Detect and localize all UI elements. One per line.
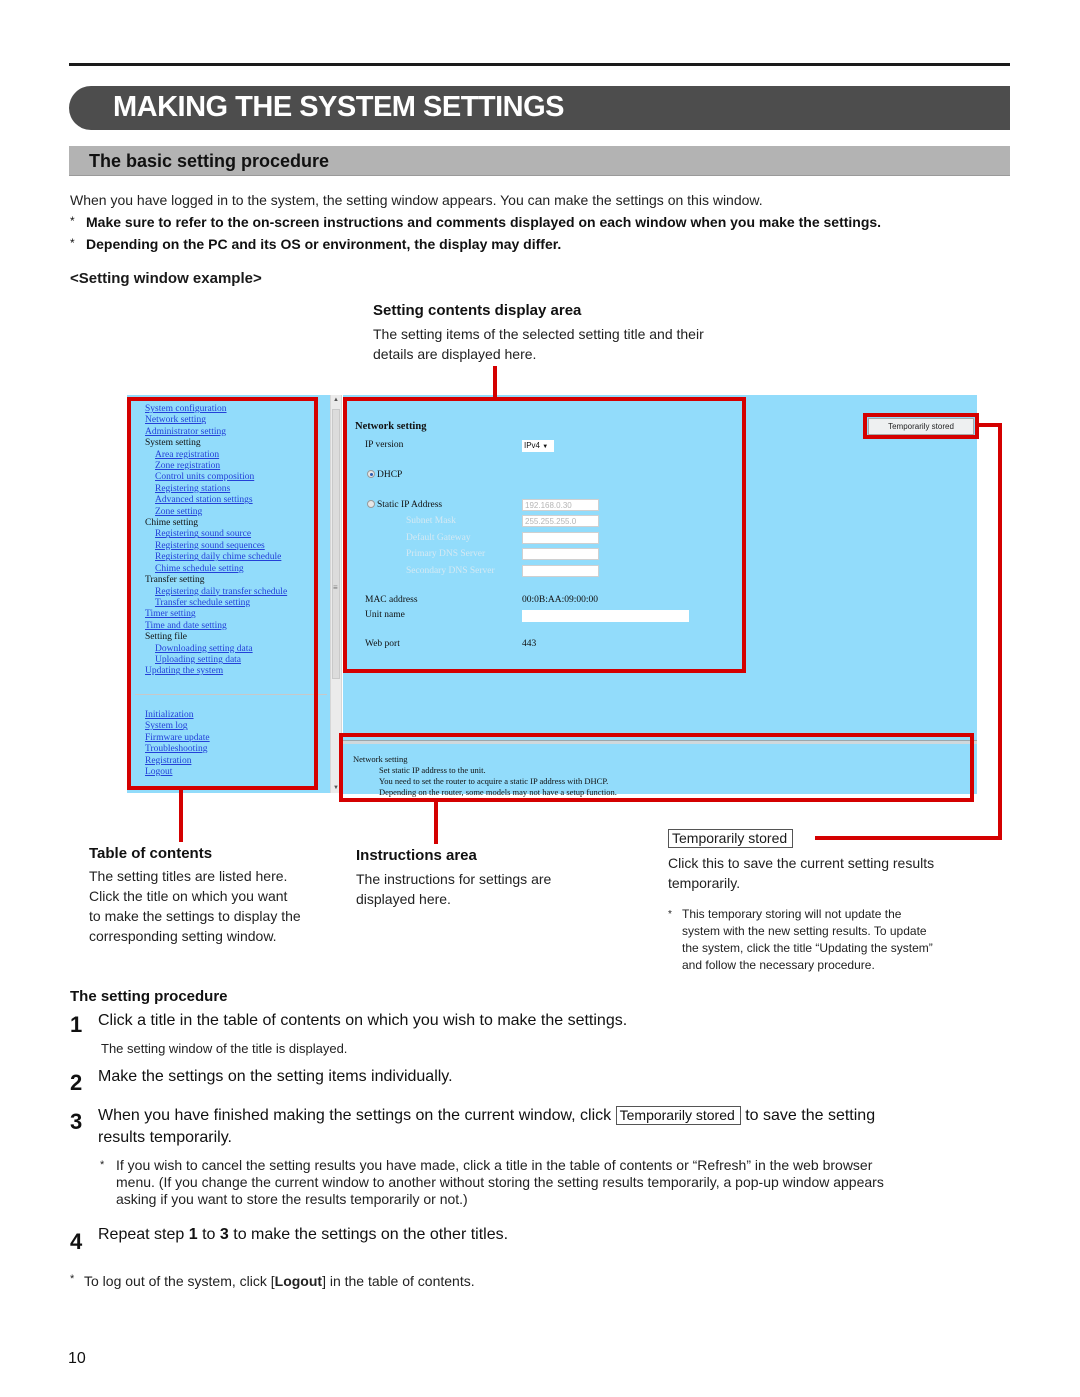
step-2-number: 2: [70, 1070, 83, 1095]
temp-button-highlight-box: [863, 413, 979, 439]
toc-callout-text: The setting titles are listed here. Clic…: [89, 868, 301, 944]
step-3-text: When you have finished making the settin…: [98, 1106, 876, 1125]
instructions-callout-text: The instructions for settings are displa…: [356, 871, 552, 907]
toc-leader-line: [179, 789, 183, 842]
step-2-text: Make the settings on the setting items i…: [98, 1068, 453, 1085]
note-2: * Depending on the PC and its OS or envir…: [70, 236, 562, 252]
procedure-heading: The setting procedure: [70, 988, 228, 1005]
temp-leader-h2: [815, 836, 1002, 840]
contents-leader-line: [493, 366, 497, 398]
step-1-sub: The setting window of the title is displ…: [101, 1041, 348, 1056]
step-1-number: 1: [70, 1012, 83, 1037]
scroll-up-arrow-icon[interactable]: ▲: [333, 397, 339, 403]
scroll-thumb[interactable]: [332, 409, 340, 679]
temp-callout-text: Click this to save the current setting r…: [668, 855, 935, 891]
inline-temp-button: Temporarily stored: [615, 1106, 741, 1125]
section-title-bar: The basic setting procedure: [69, 146, 1010, 176]
instructions-callout-title: Instructions area: [356, 847, 477, 864]
page-title-bar: MAKING THE SYSTEM SETTINGS: [69, 86, 1010, 130]
example-label: <Setting window example>: [70, 270, 262, 287]
instructions-leader-line: [434, 801, 438, 844]
toc-callout-title: Table of contents: [89, 845, 213, 862]
scroll-grip-icon: ≡: [333, 583, 338, 592]
page-number: 10: [68, 1350, 86, 1367]
step-3-number: 3: [70, 1109, 83, 1134]
temp-callout-button: Temporarily stored: [668, 829, 794, 848]
step-4-number: 4: [70, 1229, 83, 1254]
step-3-text-line2: results temporarily.: [98, 1129, 232, 1146]
contents-callout-title: Setting contents display area: [373, 302, 582, 319]
toc-highlight-box: [127, 397, 318, 790]
intro-text: When you have logged in to the system, t…: [70, 192, 763, 208]
note-1: * Make sure to refer to the on-screen ins…: [70, 214, 882, 230]
top-rule: [69, 63, 1010, 66]
contents-callout-text: The setting items of the selected settin…: [373, 326, 704, 362]
section-title: The basic setting procedure: [89, 151, 330, 171]
step-3-note: * If you wish to cancel the setting resu…: [100, 1157, 884, 1207]
step-4-text: Repeat step 1 to 3 to make the settings …: [98, 1226, 509, 1243]
contents-highlight-box: [343, 397, 746, 673]
logout-note: * To log out of the system, click [Logout…: [70, 1273, 475, 1289]
temp-leader-v: [998, 423, 1002, 840]
instructions-highlight-box: [339, 733, 974, 802]
temp-callout-note: * This temporary storing will not update…: [668, 907, 933, 972]
page-title: MAKING THE SYSTEM SETTINGS: [113, 91, 565, 123]
step-1-text: Click a title in the table of contents o…: [98, 1012, 628, 1029]
